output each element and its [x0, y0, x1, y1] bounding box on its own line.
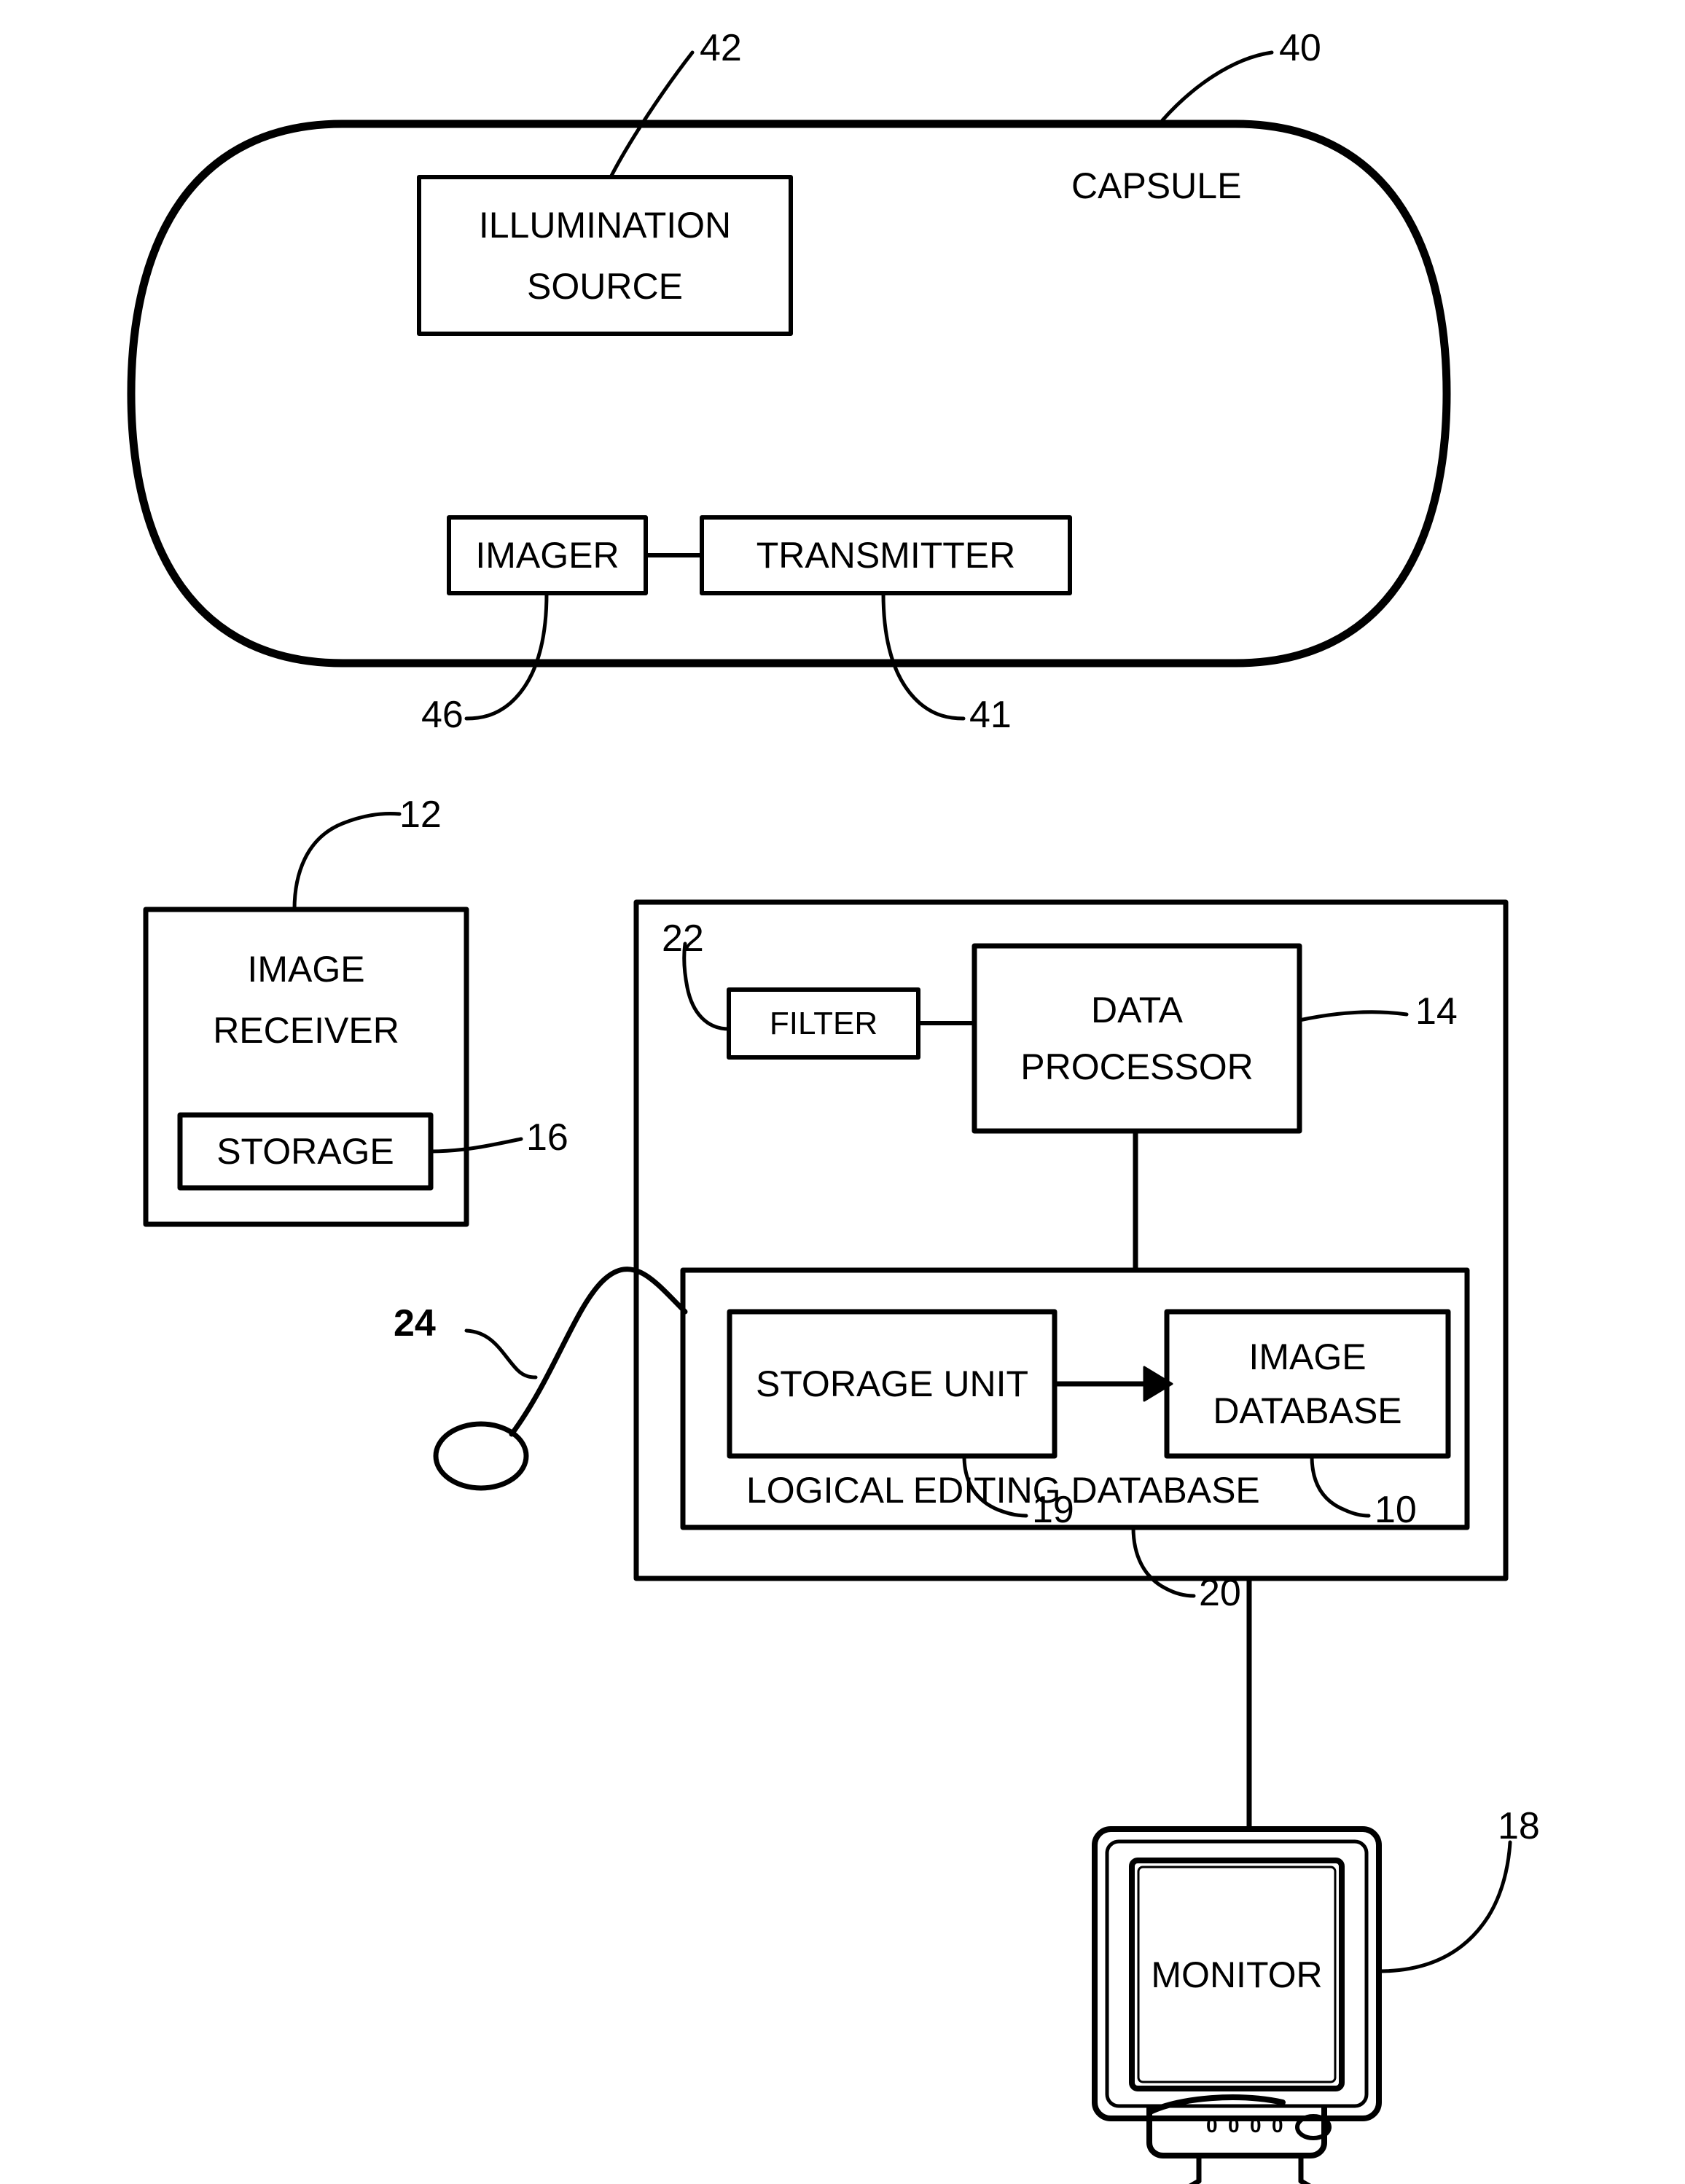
leader-20 — [1131, 1525, 1196, 1598]
transmitter-label: TRANSMITTER — [756, 535, 1016, 576]
image-database-line1: IMAGE — [1248, 1336, 1367, 1377]
data-processor-line2: PROCESSOR — [1020, 1046, 1254, 1087]
leader-40 — [1160, 50, 1274, 122]
leader-46 — [464, 591, 549, 721]
logical-editing-database-label: LOGICAL EDITING DATABASE — [746, 1470, 1260, 1511]
leader-18 — [1377, 1840, 1512, 1973]
ref-12: 12 — [399, 794, 442, 836]
ref-18: 18 — [1498, 1805, 1540, 1847]
ref-22: 22 — [662, 917, 704, 960]
ref-40: 40 — [1279, 27, 1321, 69]
image-receiver-label: IMAGE RECEIVER — [146, 927, 466, 1073]
monitor-button-3[interactable]: 0 — [1250, 2115, 1262, 2136]
illumination-source-line2: SOURCE — [527, 265, 683, 307]
leader-42 — [609, 50, 695, 179]
image-receiver-line1: IMAGE — [247, 949, 365, 990]
figure-line-art — [127, 50, 1512, 2184]
monitor-button-1[interactable]: 0 — [1206, 2115, 1218, 2136]
filter-label: FILTER — [769, 1005, 878, 1041]
leader-10 — [1310, 1454, 1371, 1518]
ref-20: 20 — [1199, 1572, 1241, 1614]
image-database-label: IMAGE DATABASE — [1167, 1312, 1448, 1456]
storage-unit-label: STORAGE UNIT — [755, 1363, 1029, 1404]
monitor-neck — [1196, 2153, 1304, 2184]
image-database-line2: DATABASE — [1213, 1390, 1402, 1431]
patent-figure: CAPSULE 40 ILLUMINATION SOURCE 42 IMAGER… — [0, 0, 1685, 2184]
ref-41: 41 — [969, 694, 1012, 736]
monitor-label: MONITOR — [1151, 1954, 1323, 1995]
ref-24: 24 — [394, 1302, 436, 1345]
ref-16: 16 — [526, 1116, 568, 1159]
data-processor-label: DATA PROCESSOR — [974, 946, 1299, 1131]
data-processor-line1: DATA — [1091, 990, 1183, 1030]
leader-41 — [881, 591, 966, 721]
monitor-button-4[interactable]: 0 — [1272, 2115, 1283, 2136]
capsule-label: CAPSULE — [1071, 165, 1242, 206]
ref-10: 10 — [1375, 1489, 1417, 1531]
ref-46: 46 — [421, 694, 464, 736]
illumination-source-label: ILLUMINATION SOURCE — [419, 177, 791, 334]
leader-14 — [1297, 1010, 1409, 1022]
storage-label: STORAGE — [216, 1131, 394, 1172]
monitor-button-2[interactable]: 0 — [1228, 2115, 1240, 2136]
image-receiver-line2: RECEIVER — [213, 1010, 399, 1051]
antenna-cable — [509, 1267, 688, 1437]
leader-24 — [464, 1328, 538, 1379]
ref-14: 14 — [1415, 990, 1458, 1033]
ref-42: 42 — [700, 27, 742, 69]
illumination-source-line1: ILLUMINATION — [478, 204, 732, 246]
leader-12 — [292, 811, 402, 912]
imager-label: IMAGER — [475, 535, 619, 576]
monitor-stand-base — [1189, 2178, 1311, 2184]
leader-16 — [429, 1137, 523, 1154]
